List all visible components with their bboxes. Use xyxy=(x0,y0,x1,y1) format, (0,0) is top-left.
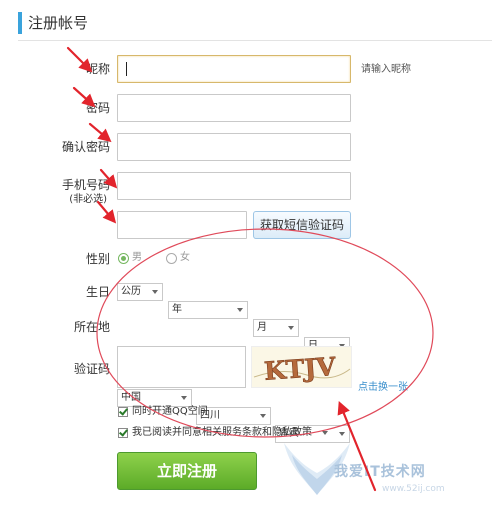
annotation-arrow-password xyxy=(72,86,96,108)
annotation-arrow-sms xyxy=(96,200,117,224)
annotation-arrow-phone xyxy=(99,168,118,189)
annotation-arrow-nickname xyxy=(66,46,93,73)
annotation-arrow-confirm xyxy=(88,122,112,143)
annotation-circle xyxy=(96,228,434,438)
annotation-arrow-bottom xyxy=(337,400,377,492)
annotation-overlay xyxy=(66,46,434,492)
